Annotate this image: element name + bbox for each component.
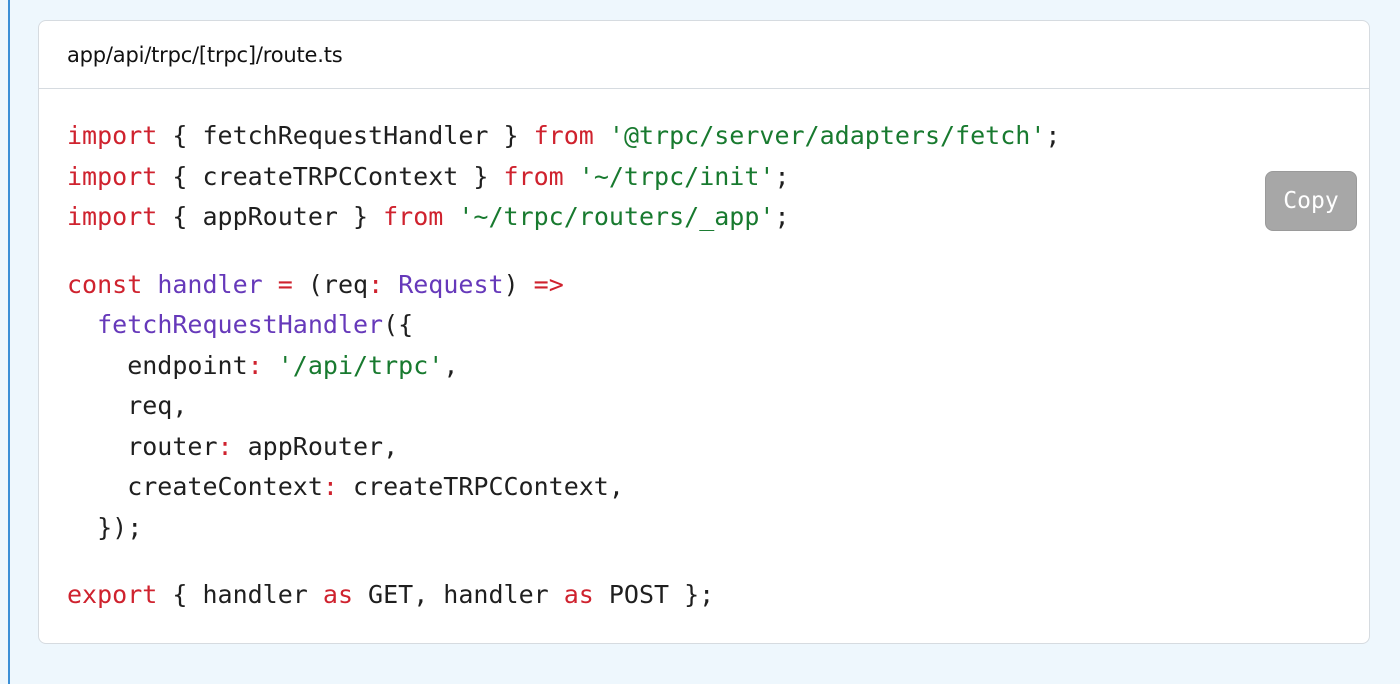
code-line-8: router: appRouter, <box>67 427 1369 468</box>
code-token: { <box>157 202 203 231</box>
keyword-from: from <box>383 202 444 231</box>
code-line-5: fetchRequestHandler({ <box>67 305 1369 346</box>
keyword-as: as <box>322 580 353 609</box>
code-token: } <box>488 121 534 150</box>
property-endpoint: endpoint <box>67 350 248 380</box>
keyword-from: from <box>533 121 594 150</box>
code-token: (req <box>292 269 369 299</box>
property-req: req, <box>67 391 188 420</box>
copy-button[interactable]: Copy <box>1265 171 1357 231</box>
property-create-context: createContext <box>67 472 323 501</box>
code-line-7: req, <box>67 386 1369 427</box>
code-token: ; <box>774 202 790 231</box>
keyword-export: export <box>67 580 158 609</box>
code-line-1: import { fetchRequestHandler } from '@tr… <box>67 116 1369 157</box>
type-request: Request <box>398 269 504 299</box>
code-line-9: createContext: createTRPCContext, <box>67 467 1369 508</box>
string-literal: '@trpc/server/adapters/fetch' <box>608 121 1046 150</box>
code-token: appRouter, <box>232 431 399 461</box>
string-literal: '~/trpc/routers/_app' <box>458 202 775 231</box>
code-content[interactable]: import { fetchRequestHandler } from '@tr… <box>67 116 1369 616</box>
code-token: { <box>157 161 203 191</box>
code-line-10: }); <box>67 508 1369 549</box>
code-line-11: export { handler as GET, handler as POST… <box>67 575 1369 616</box>
code-line-4: const handler = (req: Request) => <box>67 265 1369 306</box>
code-token: , <box>443 350 459 380</box>
code-block-header: app/api/trpc/[trpc]/route.ts <box>39 21 1369 89</box>
code-token: createTRPCContext, <box>337 472 624 501</box>
operator-colon: : <box>368 269 384 299</box>
code-token: { <box>157 121 203 150</box>
code-token: ({ <box>383 310 414 339</box>
file-path-label: app/api/trpc/[trpc]/route.ts <box>67 42 343 67</box>
code-line-3: import { appRouter } from '~/trpc/router… <box>67 197 1369 238</box>
code-token: { handler <box>157 580 323 609</box>
string-literal: '~/trpc/init' <box>578 161 775 191</box>
function-call-fetch-request-handler: fetchRequestHandler <box>97 310 384 339</box>
identifier-create-trpc-context: createTRPCContext <box>202 161 459 191</box>
keyword-as: as <box>563 580 594 609</box>
property-router: router <box>67 431 218 461</box>
code-area[interactable]: Copy import { fetchRequestHandler } from… <box>39 89 1369 616</box>
identifier-fetch-request-handler: fetchRequestHandler <box>202 121 489 150</box>
keyword-import: import <box>67 161 158 191</box>
code-token: GET, handler <box>353 580 564 609</box>
operator-colon: : <box>322 472 338 501</box>
operator-equals: = <box>277 269 293 299</box>
code-token: } <box>337 202 384 231</box>
left-border-rule <box>8 0 10 684</box>
string-literal: '/api/trpc' <box>277 350 444 380</box>
code-token: ; <box>774 161 790 191</box>
operator-arrow: => <box>533 269 564 299</box>
code-token: }); <box>67 512 143 542</box>
identifier-handler: handler <box>157 269 263 299</box>
operator-colon: : <box>247 350 263 380</box>
operator-colon: : <box>217 431 233 461</box>
code-line-2: import { createTRPCContext } from '~/trp… <box>67 157 1369 198</box>
code-token: } <box>458 161 504 191</box>
keyword-const: const <box>67 269 143 299</box>
keyword-import: import <box>67 202 158 231</box>
code-token: POST }; <box>593 580 715 609</box>
code-token: ; <box>1045 121 1061 150</box>
code-line-6: endpoint: '/api/trpc', <box>67 346 1369 387</box>
keyword-from: from <box>503 161 564 191</box>
code-token: ) <box>503 269 534 299</box>
identifier-app-router: appRouter <box>202 202 338 231</box>
keyword-import: import <box>67 121 158 150</box>
code-block-card: app/api/trpc/[trpc]/route.ts Copy import… <box>38 20 1370 644</box>
